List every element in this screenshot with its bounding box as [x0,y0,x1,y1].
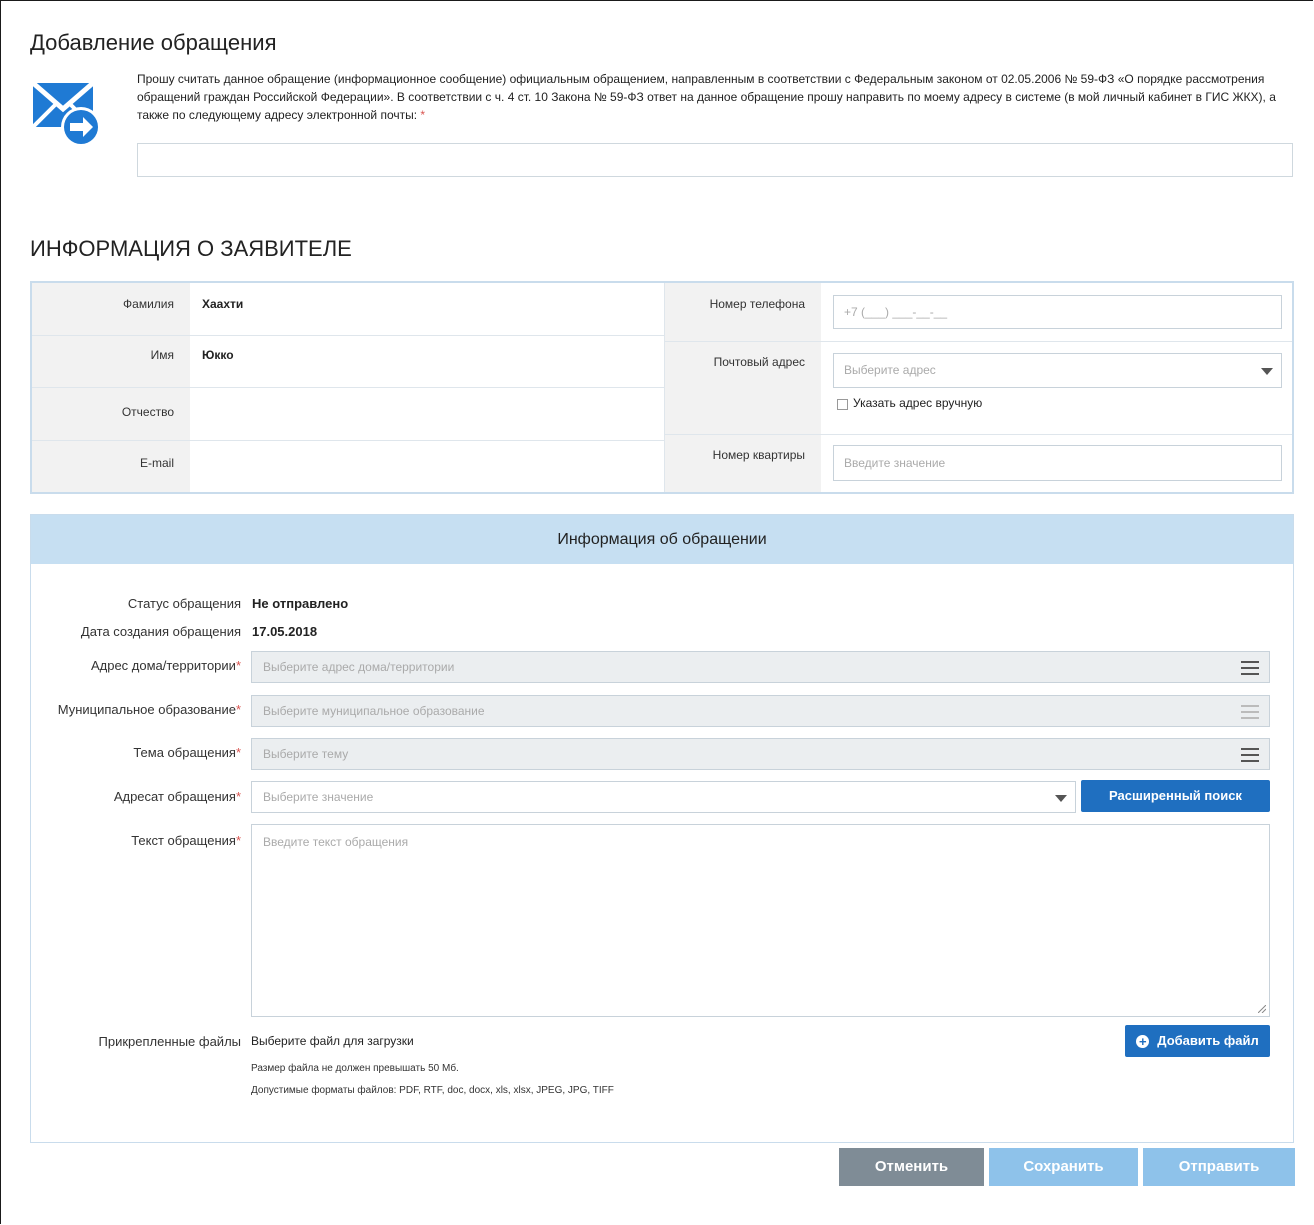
plus-circle-icon: + [1136,1035,1150,1048]
resize-handle-icon[interactable] [1258,1005,1266,1013]
envelope-send-icon [33,81,101,147]
appeal-text-placeholder: Введите текст обращения [263,835,409,849]
apartment-input[interactable]: Введите значение [833,445,1282,481]
postal-address-select[interactable]: Выберите адрес [833,353,1282,388]
email-label: E-mail [32,441,190,492]
municipality-label-text: Муниципальное образование [57,702,236,717]
appeal-text-label: Текст обращения* [131,833,241,848]
addressee-placeholder: Выберите значение [263,790,374,804]
addressee-label: Адресат обращения* [114,789,241,804]
chevron-down-icon [1261,368,1273,375]
required-marker: * [235,833,241,848]
postal-address-placeholder: Выберите адрес [844,363,936,377]
manual-address-checkbox[interactable] [837,399,848,410]
apartment-row: Номер квартиры Введите значение [665,435,1292,492]
email-row: E-mail [32,441,664,492]
status-label: Статус обращения [127,596,241,611]
chevron-down-icon [1055,795,1067,802]
manual-address-label: Указать адрес вручную [853,396,983,410]
created-date-label: Дата создания обращения [80,624,241,639]
phone-row: Номер телефона +7 (___) ___-__-__ [665,283,1292,342]
file-formats-note: Допустимые форматы файлов: PDF, RTF, doc… [251,1085,614,1096]
last-name-row: Фамилия Хаахти [32,283,664,336]
municipality-placeholder: Выберите муниципальное образование [263,704,485,718]
applicant-section-title: ИНФОРМАЦИЯ О ЗАЯВИТЕЛЕ [30,236,352,261]
required-marker: * [235,789,241,804]
first-name-value: Юкко [202,348,234,362]
addressee-select[interactable]: Выберите значение [251,781,1076,813]
intro-text-body: Прошу считать данное обращение (информац… [137,72,1276,122]
topic-placeholder: Выберите тему [263,747,349,761]
patronymic-label: Отчество [32,388,190,440]
list-menu-icon[interactable] [1241,748,1259,766]
choose-file-text[interactable]: Выберите файл для загрузки [251,1034,414,1048]
house-address-label: Адрес дома/территории* [91,658,241,673]
list-menu-icon[interactable] [1241,661,1259,679]
appeal-info-header: Информация об обращении [31,515,1293,564]
postal-address-label: Почтовый адрес [665,342,821,434]
postal-address-row: Почтовый адрес Выберите адрес Указать ад… [665,342,1292,435]
applicant-info-table: Фамилия Хаахти Имя Юкко Отчество E-mail … [30,281,1294,494]
status-value: Не отправлено [252,596,349,611]
file-size-note: Размер файла не должен превышать 50 Мб. [251,1063,459,1074]
apartment-label: Номер квартиры [665,435,821,492]
required-marker: * [235,745,241,760]
add-file-button[interactable]: + Добавить файл [1125,1025,1270,1057]
required-marker: * [235,658,241,673]
topic-label-text: Тема обращения [133,745,236,760]
save-button[interactable]: Сохранить [989,1148,1138,1186]
created-date-value: 17.05.2018 [252,624,318,639]
advanced-search-button[interactable]: Расширенный поиск [1081,780,1270,812]
last-name-value: Хаахти [202,297,244,311]
appeal-text-area[interactable]: Введите текст обращения [251,824,1270,1017]
notification-email-input[interactable] [137,143,1293,177]
required-marker: * [235,702,241,717]
patronymic-row: Отчество [32,388,664,441]
required-marker: * [420,108,426,122]
first-name-row: Имя Юкко [32,336,664,388]
appeal-info-panel: Информация об обращении Статус обращения… [30,514,1294,1143]
house-address-placeholder: Выберите адрес дома/территории [263,660,455,674]
list-menu-icon[interactable] [1241,705,1259,723]
send-button[interactable]: Отправить [1143,1148,1295,1186]
municipality-field[interactable]: Выберите муниципальное образование [251,695,1270,727]
attached-files-label: Прикрепленные файлы [98,1034,242,1049]
intro-text: Прошу считать данное обращение (информац… [137,70,1287,124]
phone-input[interactable]: +7 (___) ___-__-__ [833,295,1282,329]
page-title: Добавление обращения [30,30,277,55]
appeal-text-label-text: Текст обращения [131,833,236,848]
house-address-label-text: Адрес дома/территории [90,658,236,673]
phone-label: Номер телефона [665,283,821,341]
house-address-field[interactable]: Выберите адрес дома/территории [251,651,1270,683]
first-name-label: Имя [32,336,190,387]
cancel-button[interactable]: Отменить [839,1148,984,1186]
topic-field[interactable]: Выберите тему [251,738,1270,770]
last-name-label: Фамилия [32,283,190,335]
addressee-label-text: Адресат обращения [113,789,236,804]
topic-label: Тема обращения* [133,745,241,760]
add-file-label: Добавить файл [1157,1033,1259,1048]
municipality-label: Муниципальное образование* [58,702,241,717]
